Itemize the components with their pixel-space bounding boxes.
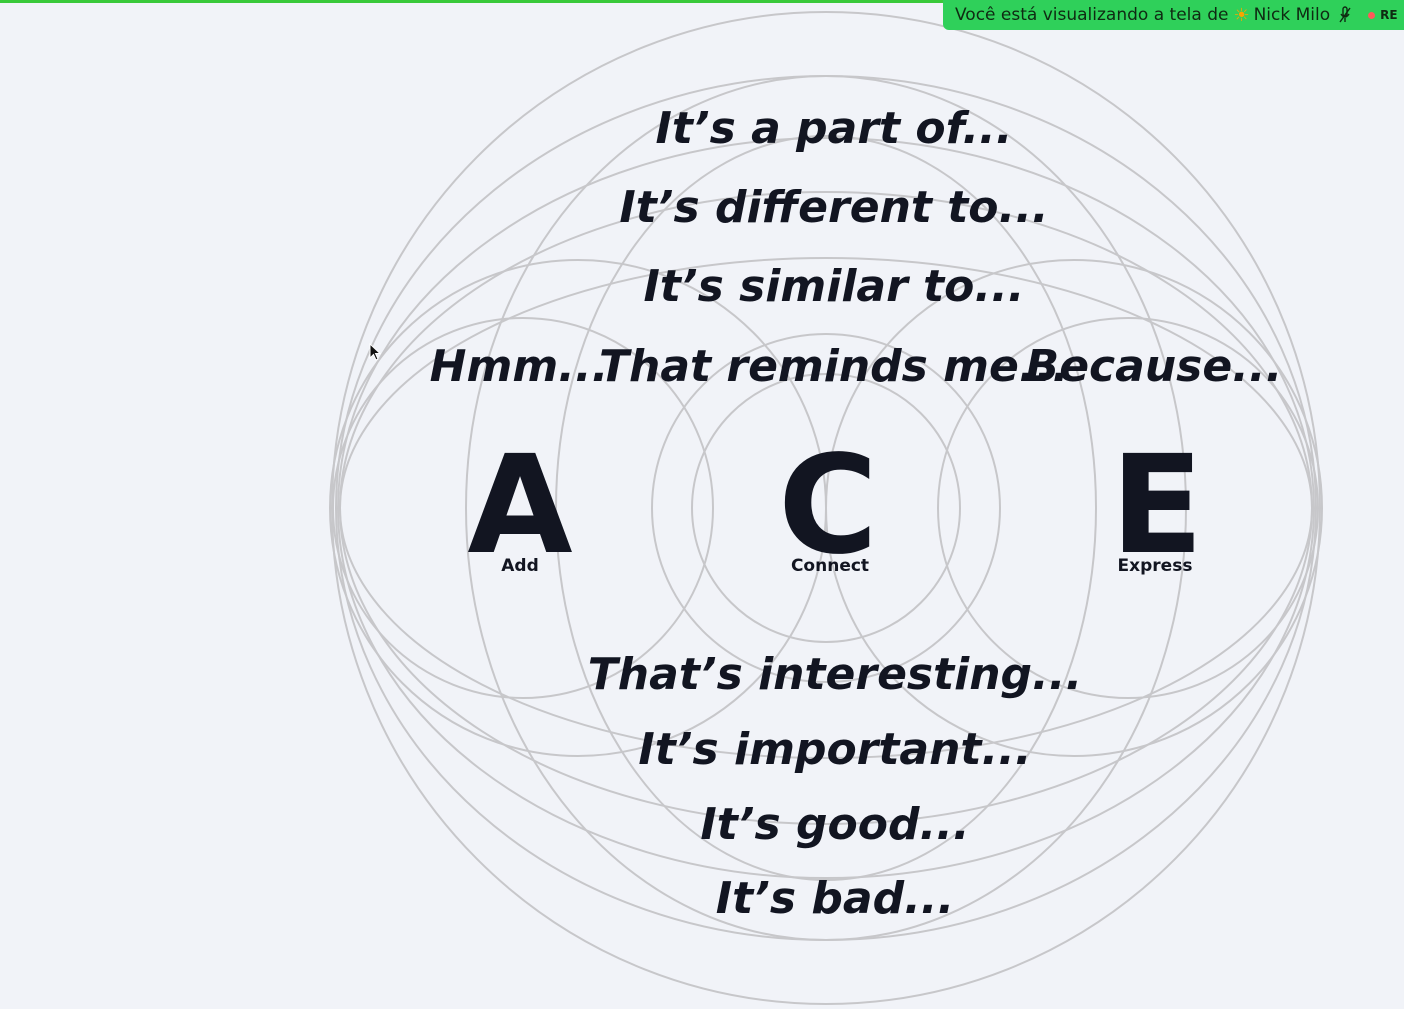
label-add: Add (501, 556, 539, 576)
phrase-part-of: It’s a part of... (656, 103, 1013, 154)
share-banner-text: Você está visualizando a tela de (955, 5, 1229, 25)
phrase-interesting: That’s interesting... (588, 649, 1082, 700)
phrase-good: It’s good... (700, 799, 969, 850)
phrase-bad: It’s bad... (716, 873, 954, 924)
phrase-reminds-me: That reminds me... (599, 341, 1069, 392)
mouse-cursor-icon (369, 343, 382, 361)
phrase-different-to: It’s different to... (619, 182, 1048, 233)
phrase-hmm: Hmm... (430, 341, 609, 392)
muted-microphone-icon (1339, 6, 1351, 23)
sun-icon: ☀ (1233, 4, 1250, 26)
presenter-name: Nick Milo (1253, 5, 1331, 25)
phrase-important: It’s important... (638, 724, 1031, 775)
shared-screen: It’s a part of... It’s different to... I… (0, 0, 1404, 1009)
recording-dot-icon (1368, 11, 1376, 19)
label-express: Express (1118, 556, 1193, 576)
ace-diagram: It’s a part of... It’s different to... I… (329, 11, 1323, 1005)
phrase-similar-to: It’s similar to... (643, 261, 1024, 312)
label-connect: Connect (791, 556, 869, 576)
recording-label: RE (1380, 8, 1398, 22)
screen-share-banner[interactable]: Você está visualizando a tela de ☀ Nick … (943, 0, 1404, 30)
phrase-because: Because... (1026, 341, 1283, 392)
